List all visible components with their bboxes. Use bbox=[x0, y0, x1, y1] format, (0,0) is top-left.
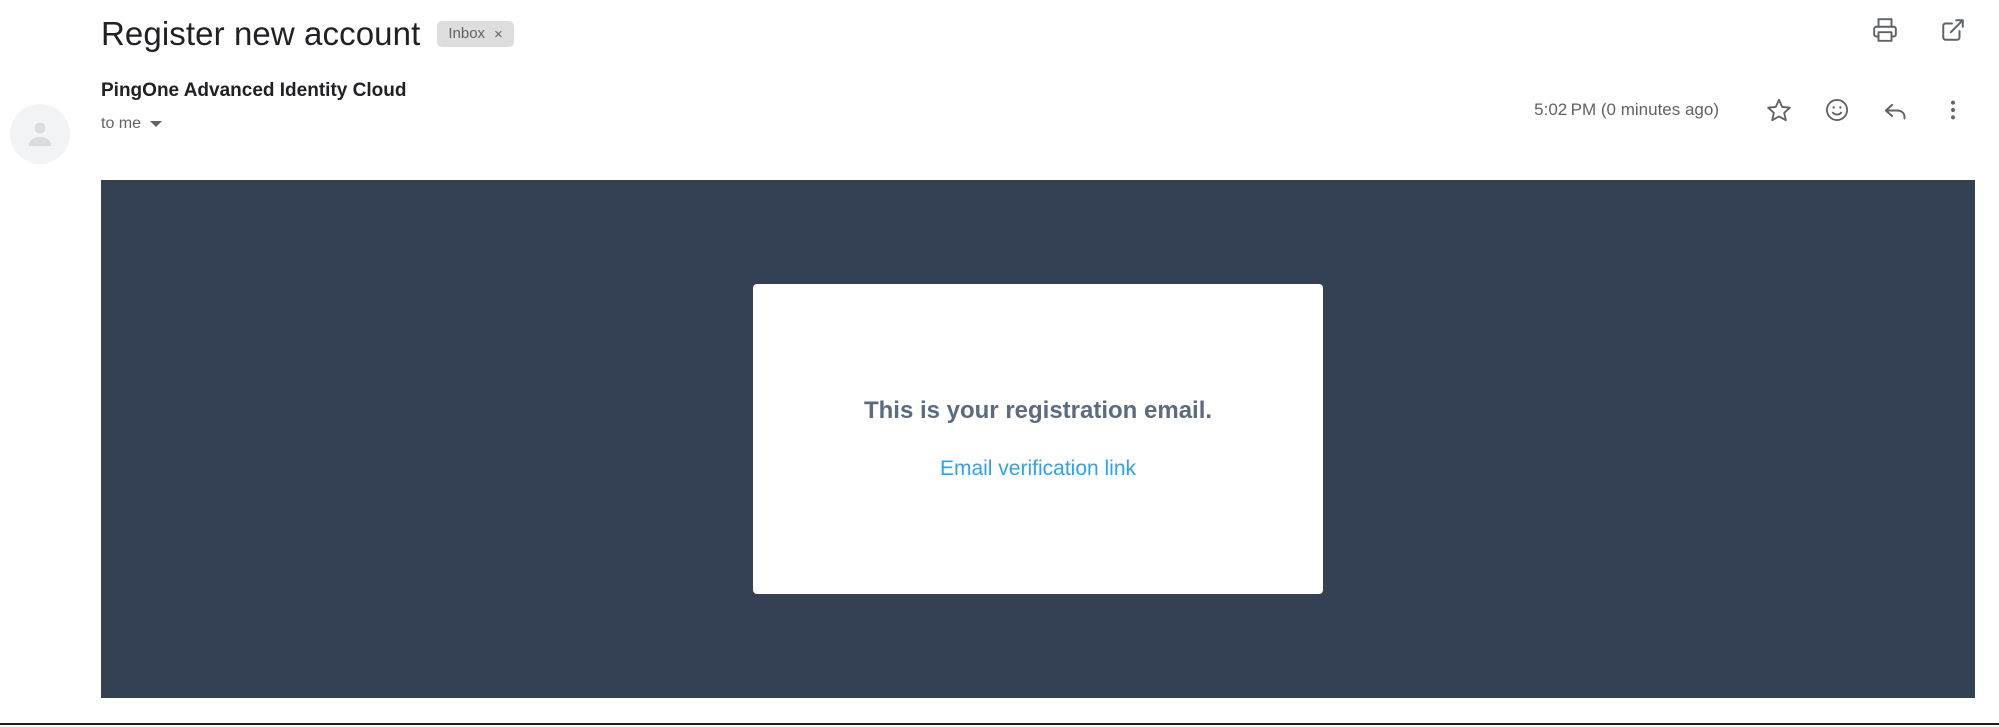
avatar bbox=[10, 104, 70, 164]
sender-name[interactable]: PingOne Advanced Identity Cloud bbox=[101, 78, 406, 104]
sender-block: PingOne Advanced Identity Cloud to me bbox=[101, 78, 406, 135]
registration-email-card: This is your registration email. Email v… bbox=[753, 284, 1323, 594]
open-in-new-window-icon[interactable] bbox=[1933, 10, 1973, 50]
page-title: Register new account bbox=[101, 15, 421, 52]
email-verification-link[interactable]: Email verification link bbox=[940, 456, 1136, 482]
recipient-label: to me bbox=[101, 115, 142, 132]
timestamp: 5:02 PM (0 minutes ago) bbox=[1534, 100, 1719, 119]
label-chip-text: Inbox bbox=[448, 25, 486, 42]
print-icon[interactable] bbox=[1865, 10, 1905, 50]
recipient-details-toggle[interactable]: to me bbox=[101, 113, 163, 135]
registration-email-heading: This is your registration email. bbox=[863, 397, 1213, 424]
reply-icon[interactable] bbox=[1875, 90, 1915, 130]
message-actions: 5:02 PM (0 minutes ago) bbox=[1534, 90, 1973, 130]
sender-row: PingOne Advanced Identity Cloud to me 5:… bbox=[0, 78, 1999, 164]
close-icon[interactable]: × bbox=[494, 27, 503, 42]
subject-row: Register new account Inbox × bbox=[0, 0, 1999, 68]
label-chip-inbox[interactable]: Inbox × bbox=[437, 21, 514, 47]
email-message-view: Register new account Inbox × PingOne Adv… bbox=[0, 0, 1999, 727]
subject-actions bbox=[1865, 10, 1973, 50]
add-reaction-icon[interactable] bbox=[1817, 90, 1857, 130]
chevron-down-icon[interactable] bbox=[150, 121, 163, 127]
person-avatar-icon bbox=[28, 122, 52, 146]
star-icon[interactable] bbox=[1759, 90, 1799, 130]
bottom-divider bbox=[0, 723, 1999, 725]
email-body: This is your registration email. Email v… bbox=[101, 180, 1975, 698]
more-options-icon[interactable] bbox=[1933, 90, 1973, 130]
